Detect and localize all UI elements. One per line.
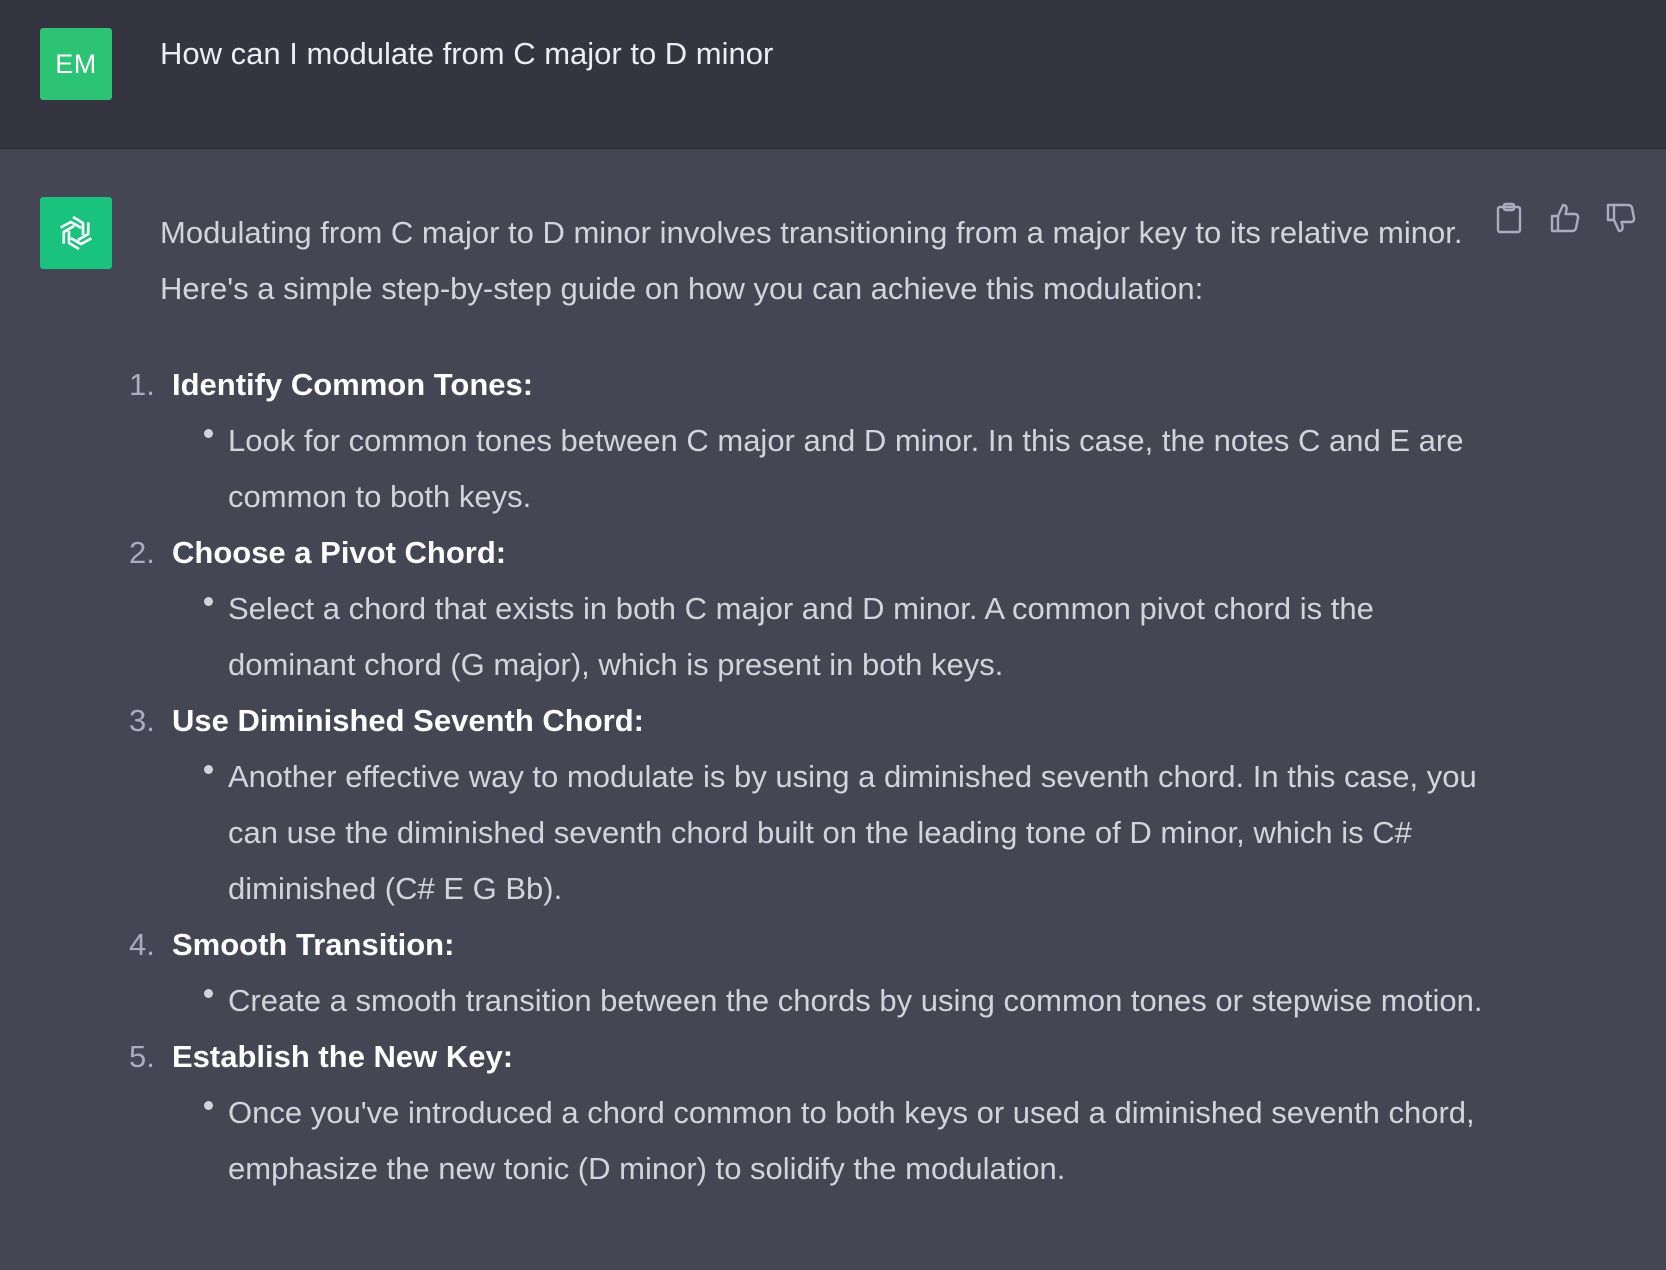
message-actions — [1492, 201, 1638, 235]
assistant-message-content: Modulating from C major to D minor invol… — [129, 205, 1490, 1197]
step-title: Smooth Transition: — [172, 927, 455, 962]
assistant-intro: Modulating from C major to D minor invol… — [160, 215, 1463, 306]
step-detail: Once you've introduced a chord common to… — [204, 1085, 1490, 1197]
step-detail: Select a chord that exists in both C maj… — [204, 581, 1490, 693]
step-title: Identify Common Tones: — [172, 367, 534, 402]
user-avatar: EM — [40, 28, 112, 100]
assistant-avatar — [40, 197, 112, 269]
list-item: 5. Establish the New Key: Once you've in… — [129, 1029, 1490, 1197]
step-title: Use Diminished Seventh Chord: — [172, 703, 644, 738]
step-number: 3. — [129, 703, 155, 738]
clipboard-icon — [1496, 202, 1522, 234]
step-title: Choose a Pivot Chord: — [172, 535, 507, 570]
step-detail: Look for common tones between C major an… — [204, 413, 1490, 525]
steps-list: 1. Identify Common Tones: Look for commo… — [129, 357, 1490, 1197]
thumbs-down-icon — [1606, 203, 1636, 233]
step-title: Establish the New Key: — [172, 1039, 514, 1074]
list-item: 1. Identify Common Tones: Look for commo… — [129, 357, 1490, 525]
list-item: 4. Smooth Transition: Create a smooth tr… — [129, 917, 1490, 1029]
thumbs-up-button[interactable] — [1548, 201, 1582, 235]
assistant-message-row: Modulating from C major to D minor invol… — [0, 149, 1666, 1270]
step-number: 5. — [129, 1039, 155, 1074]
user-message-text: How can I modulate from C major to D min… — [160, 36, 774, 71]
list-item: 3. Use Diminished Seventh Chord: Another… — [129, 693, 1490, 917]
copy-button[interactable] — [1492, 201, 1526, 235]
step-number: 1. — [129, 367, 155, 402]
step-number: 2. — [129, 535, 155, 570]
thumbs-down-button[interactable] — [1604, 201, 1638, 235]
step-detail: Another effective way to modulate is by … — [204, 749, 1490, 917]
step-detail: Create a smooth transition between the c… — [204, 973, 1490, 1029]
step-number: 4. — [129, 927, 155, 962]
user-message-row: EM How can I modulate from C major to D … — [0, 0, 1666, 149]
openai-logo-icon — [60, 215, 92, 251]
thumbs-up-icon — [1550, 203, 1580, 233]
list-item: 2. Choose a Pivot Chord: Select a chord … — [129, 525, 1490, 693]
